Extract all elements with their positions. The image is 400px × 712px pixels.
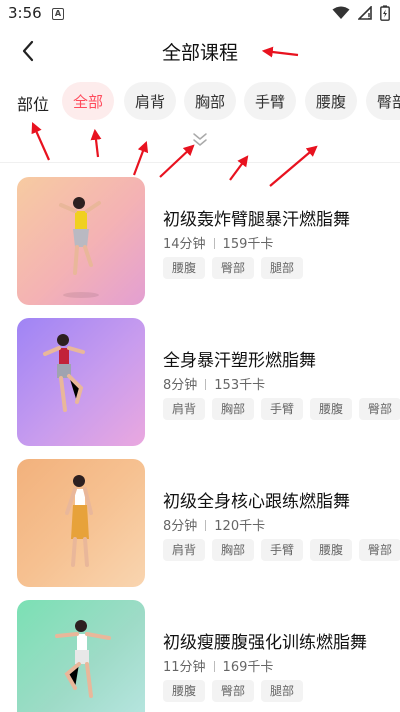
course-item[interactable]: 初级全身核心跟练燃脂舞 8分钟 120千卡 肩背 胸部 手臂 腰腹 臀部 — [0, 459, 400, 587]
course-tag: 臀部 — [212, 257, 254, 279]
course-duration: 8分钟 — [163, 378, 198, 393]
course-tag: 肩背 — [163, 539, 205, 561]
chip-arms[interactable]: 手臂 — [244, 82, 296, 120]
course-tags: 腰腹 臀部 腿部 — [163, 680, 400, 704]
course-tag: 腰腹 — [163, 680, 205, 702]
course-title: 初级瘦腰腹强化训练燃脂舞 — [163, 633, 367, 653]
course-tag: 胸部 — [212, 398, 254, 420]
annotation-arrow — [90, 128, 102, 158]
annotation-arrow — [31, 121, 51, 161]
course-tag: 胸部 — [212, 539, 254, 561]
course-tag: 臀部 — [359, 398, 400, 420]
course-item[interactable]: 全身暴汗塑形燃脂舞 8分钟 153千卡 肩背 胸部 手臂 腰腹 臀部 — [0, 318, 400, 446]
course-calories: 169千卡 — [222, 660, 274, 675]
course-tags: 腰腹 臀部 腿部 — [163, 257, 400, 281]
course-meta: 8分钟 153千卡 — [163, 374, 265, 393]
filter-label: 部位 — [17, 95, 50, 114]
notification-icon: A — [52, 8, 64, 20]
wifi-icon — [332, 6, 350, 19]
course-item[interactable]: 初级轰炸臂腿暴汗燃脂舞 14分钟 159千卡 腰腹 臀部 腿部 — [0, 177, 400, 305]
course-thumbnail — [17, 459, 145, 587]
expand-filters-button[interactable] — [191, 132, 209, 148]
course-tags: 肩背 胸部 手臂 腰腹 臀部 — [163, 398, 400, 422]
status-bar: 3:56 A — [0, 0, 400, 28]
expand-chevron-icon — [193, 133, 207, 146]
course-meta: 8分钟 120千卡 — [163, 515, 265, 534]
course-title: 初级全身核心跟练燃脂舞 — [163, 492, 350, 512]
course-meta: 11分钟 169千卡 — [163, 656, 273, 675]
course-thumbnail — [17, 177, 145, 305]
chip-all[interactable]: 全部 — [62, 82, 114, 120]
course-duration: 11分钟 — [163, 660, 206, 675]
status-time: 3:56 — [8, 4, 42, 22]
course-title: 全身暴汗塑形燃脂舞 — [163, 351, 316, 371]
body-part-filter: 部位 全部 肩背 胸部 手臂 腰腹 臀部 — [0, 82, 400, 122]
course-tag: 腿部 — [261, 680, 303, 702]
course-calories: 120千卡 — [214, 519, 266, 534]
chip-chest[interactable]: 胸部 — [184, 82, 236, 120]
page-title: 全部课程 — [161, 42, 238, 64]
course-calories: 153千卡 — [214, 378, 266, 393]
course-meta: 14分钟 159千卡 — [163, 233, 273, 252]
course-calories: 159千卡 — [222, 237, 274, 252]
course-tag: 腰腹 — [310, 539, 352, 561]
course-tag: 腰腹 — [310, 398, 352, 420]
header-bar: 全部课程 — [0, 28, 400, 74]
course-title: 初级轰炸臂腿暴汗燃脂舞 — [163, 210, 350, 230]
course-tag: 臀部 — [212, 680, 254, 702]
course-item[interactable]: 初级瘦腰腹强化训练燃脂舞 11分钟 169千卡 腰腹 臀部 腿部 — [0, 600, 400, 712]
chip-shoulder-back[interactable]: 肩背 — [124, 82, 176, 120]
course-tag: 肩背 — [163, 398, 205, 420]
course-tags: 肩背 胸部 手臂 腰腹 臀部 — [163, 539, 400, 563]
annotation-arrow — [132, 140, 149, 176]
chip-glutes[interactable]: 臀部 — [366, 82, 400, 120]
course-tag: 腰腹 — [163, 257, 205, 279]
system-icons — [332, 5, 390, 21]
course-thumbnail — [17, 318, 145, 446]
course-duration: 14分钟 — [163, 237, 206, 252]
signal-icon — [358, 6, 372, 20]
filter-divider — [0, 162, 400, 163]
course-tag: 手臂 — [261, 539, 303, 561]
course-tag: 臀部 — [359, 539, 400, 561]
chip-waist-abs[interactable]: 腰腹 — [305, 82, 357, 120]
battery-icon — [380, 5, 390, 21]
course-tag: 腿部 — [261, 257, 303, 279]
course-thumbnail — [17, 600, 145, 712]
course-tag: 手臂 — [261, 398, 303, 420]
course-duration: 8分钟 — [163, 519, 198, 534]
